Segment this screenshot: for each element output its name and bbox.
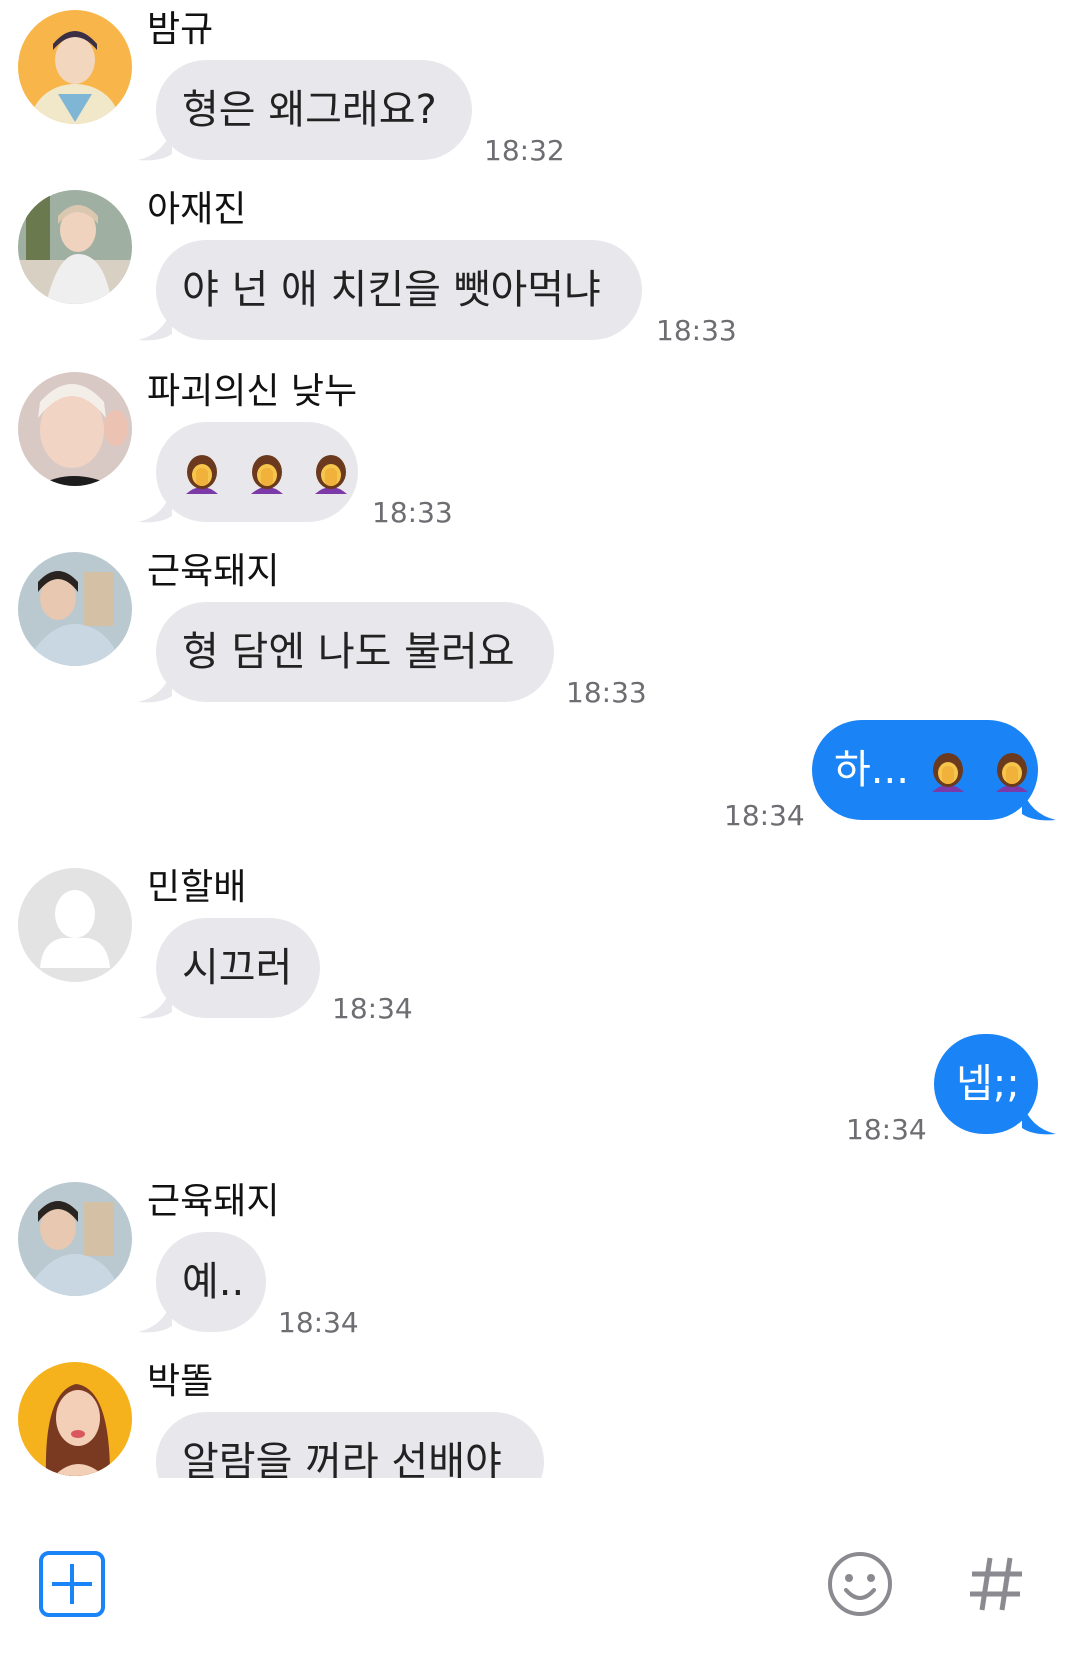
avatar[interactable] [18,190,132,304]
avatar[interactable] [18,10,132,124]
message-text: 하... [834,747,909,793]
input-toolbar [0,1520,1080,1666]
default-avatar-icon [18,868,132,982]
message-timestamp: 18:34 [332,992,413,1025]
sender-name: 박똘 [147,1361,214,1402]
hashtag-icon [970,1557,1022,1611]
add-button[interactable] [38,1550,106,1618]
avatar[interactable] [18,1182,132,1296]
facepalm-emoji-icon [305,449,357,495]
facepalm-emoji-icon [241,449,306,495]
message-bubble[interactable]: 시끄러 [156,918,320,1018]
sender-name: 아재진 [147,189,247,230]
scroll-clip-edge [0,1478,1080,1520]
avatar[interactable] [18,1362,132,1476]
message-timestamp: 18:34 [724,799,805,832]
avatar-photo-icon [18,1362,132,1476]
message-timestamp: 18:34 [278,1306,359,1339]
facepalm-emoji-icon [909,747,986,793]
message-timestamp: 18:34 [846,1113,927,1146]
smiley-icon [828,1552,892,1616]
message-bubble[interactable] [156,422,358,522]
message-bubble[interactable]: 하... [812,720,1038,820]
sender-name: 민할배 [147,867,247,908]
facepalm-emoji-icon [986,747,1038,793]
avatar-photo-icon [18,1182,132,1296]
message-bubble[interactable]: 형 담엔 나도 불러요 [156,602,554,702]
avatar[interactable] [18,372,132,486]
avatar-photo-icon [18,372,132,486]
message-timestamp: 18:32 [484,134,565,167]
avatar-photo-icon [18,10,132,124]
sender-name: 밤규 [147,9,214,50]
message-list[interactable]: 밤규 형은 왜그래요? 18:32 아재진 야 넌 애 치킨을 뺏아먹냐 18:… [0,0,1080,1520]
message-bubble[interactable]: 야 넌 애 치킨을 뺏아먹냐 [156,240,642,340]
message-bubble[interactable]: 넵;; [934,1034,1038,1134]
facepalm-emoji-icon [176,449,241,495]
hashtag-button[interactable] [962,1550,1030,1618]
message-timestamp: 18:33 [372,496,453,529]
avatar-photo-icon [18,190,132,304]
message-bubble[interactable]: 형은 왜그래요? [156,60,472,160]
plus-square-icon [39,1551,105,1617]
message-bubble[interactable]: 예.. [156,1232,266,1332]
sender-name: 파괴의신 낮누 [147,371,358,412]
sender-name: 근육돼지 [147,551,280,592]
emoji-button[interactable] [826,1550,894,1618]
message-timestamp: 18:33 [566,676,647,709]
avatar-photo-icon [18,552,132,666]
message-timestamp: 18:33 [656,314,737,347]
avatar[interactable] [18,868,132,982]
avatar[interactable] [18,552,132,666]
sender-name: 근육돼지 [147,1181,280,1222]
